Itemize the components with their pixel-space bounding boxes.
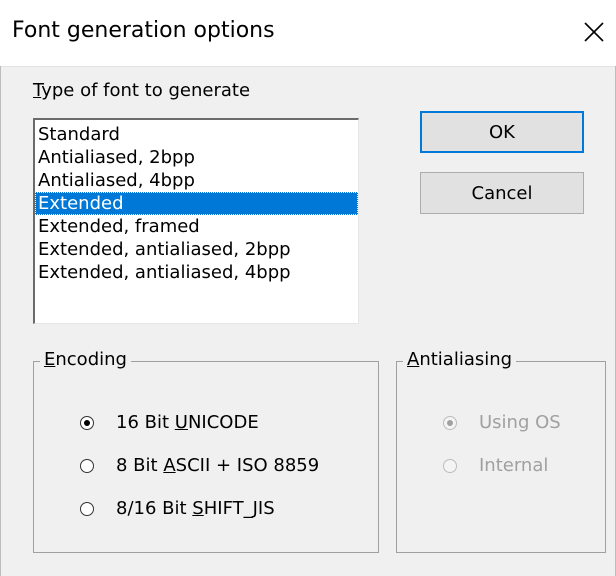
radio-label: Internal: [479, 455, 549, 476]
antialiasing-group-title: Antialiasing: [403, 349, 517, 370]
radio-label: 16 Bit UNICODE: [116, 412, 259, 433]
list-item-standard[interactable]: Standard: [35, 123, 358, 146]
ok-button[interactable]: OK: [420, 111, 584, 153]
window-border-left: [0, 66, 1, 576]
radio-button[interactable]: [80, 458, 94, 473]
close-icon: [584, 22, 604, 42]
radio-internal: Internal: [443, 455, 548, 476]
list-item-extended[interactable]: Extended: [35, 192, 358, 215]
radio-button: [443, 458, 457, 473]
radio-8bit-ascii[interactable]: 8 Bit ASCII + ISO 8859: [80, 455, 319, 476]
font-type-label: Type of font to generate: [33, 80, 250, 101]
window-title: Font generation options: [12, 18, 275, 43]
title-bar: Font generation options: [0, 0, 616, 67]
radio-button: [443, 415, 457, 430]
cancel-button[interactable]: Cancel: [420, 172, 584, 214]
list-item-antialiased-4bpp[interactable]: Antialiased, 4bpp: [35, 169, 358, 192]
list-item-extended-framed[interactable]: Extended, framed: [35, 215, 358, 238]
radio-label: 8/16 Bit SHIFT_JIS: [116, 498, 275, 519]
encoding-group-title: Encoding: [40, 349, 131, 370]
radio-label: Using OS: [479, 412, 561, 433]
font-type-listbox[interactable]: Standard Antialiased, 2bpp Antialiased, …: [33, 118, 359, 324]
radio-16bit-unicode[interactable]: 16 Bit UNICODE: [80, 412, 259, 433]
font-type-label-text: ype of font to generate: [41, 80, 251, 101]
font-type-label-accel: T: [33, 80, 42, 101]
radio-using-os: Using OS: [443, 412, 561, 433]
radio-shift-jis[interactable]: 8/16 Bit SHIFT_JIS: [80, 498, 275, 519]
radio-label: 8 Bit ASCII + ISO 8859: [116, 455, 320, 476]
list-item-extended-antialiased-2bpp[interactable]: Extended, antialiased, 2bpp: [35, 238, 358, 261]
close-button[interactable]: [574, 12, 614, 52]
radio-button[interactable]: [80, 501, 94, 516]
list-item-extended-antialiased-4bpp[interactable]: Extended, antialiased, 4bpp: [35, 261, 358, 284]
radio-button[interactable]: [80, 415, 94, 430]
list-item-antialiased-2bpp[interactable]: Antialiased, 2bpp: [35, 146, 358, 169]
